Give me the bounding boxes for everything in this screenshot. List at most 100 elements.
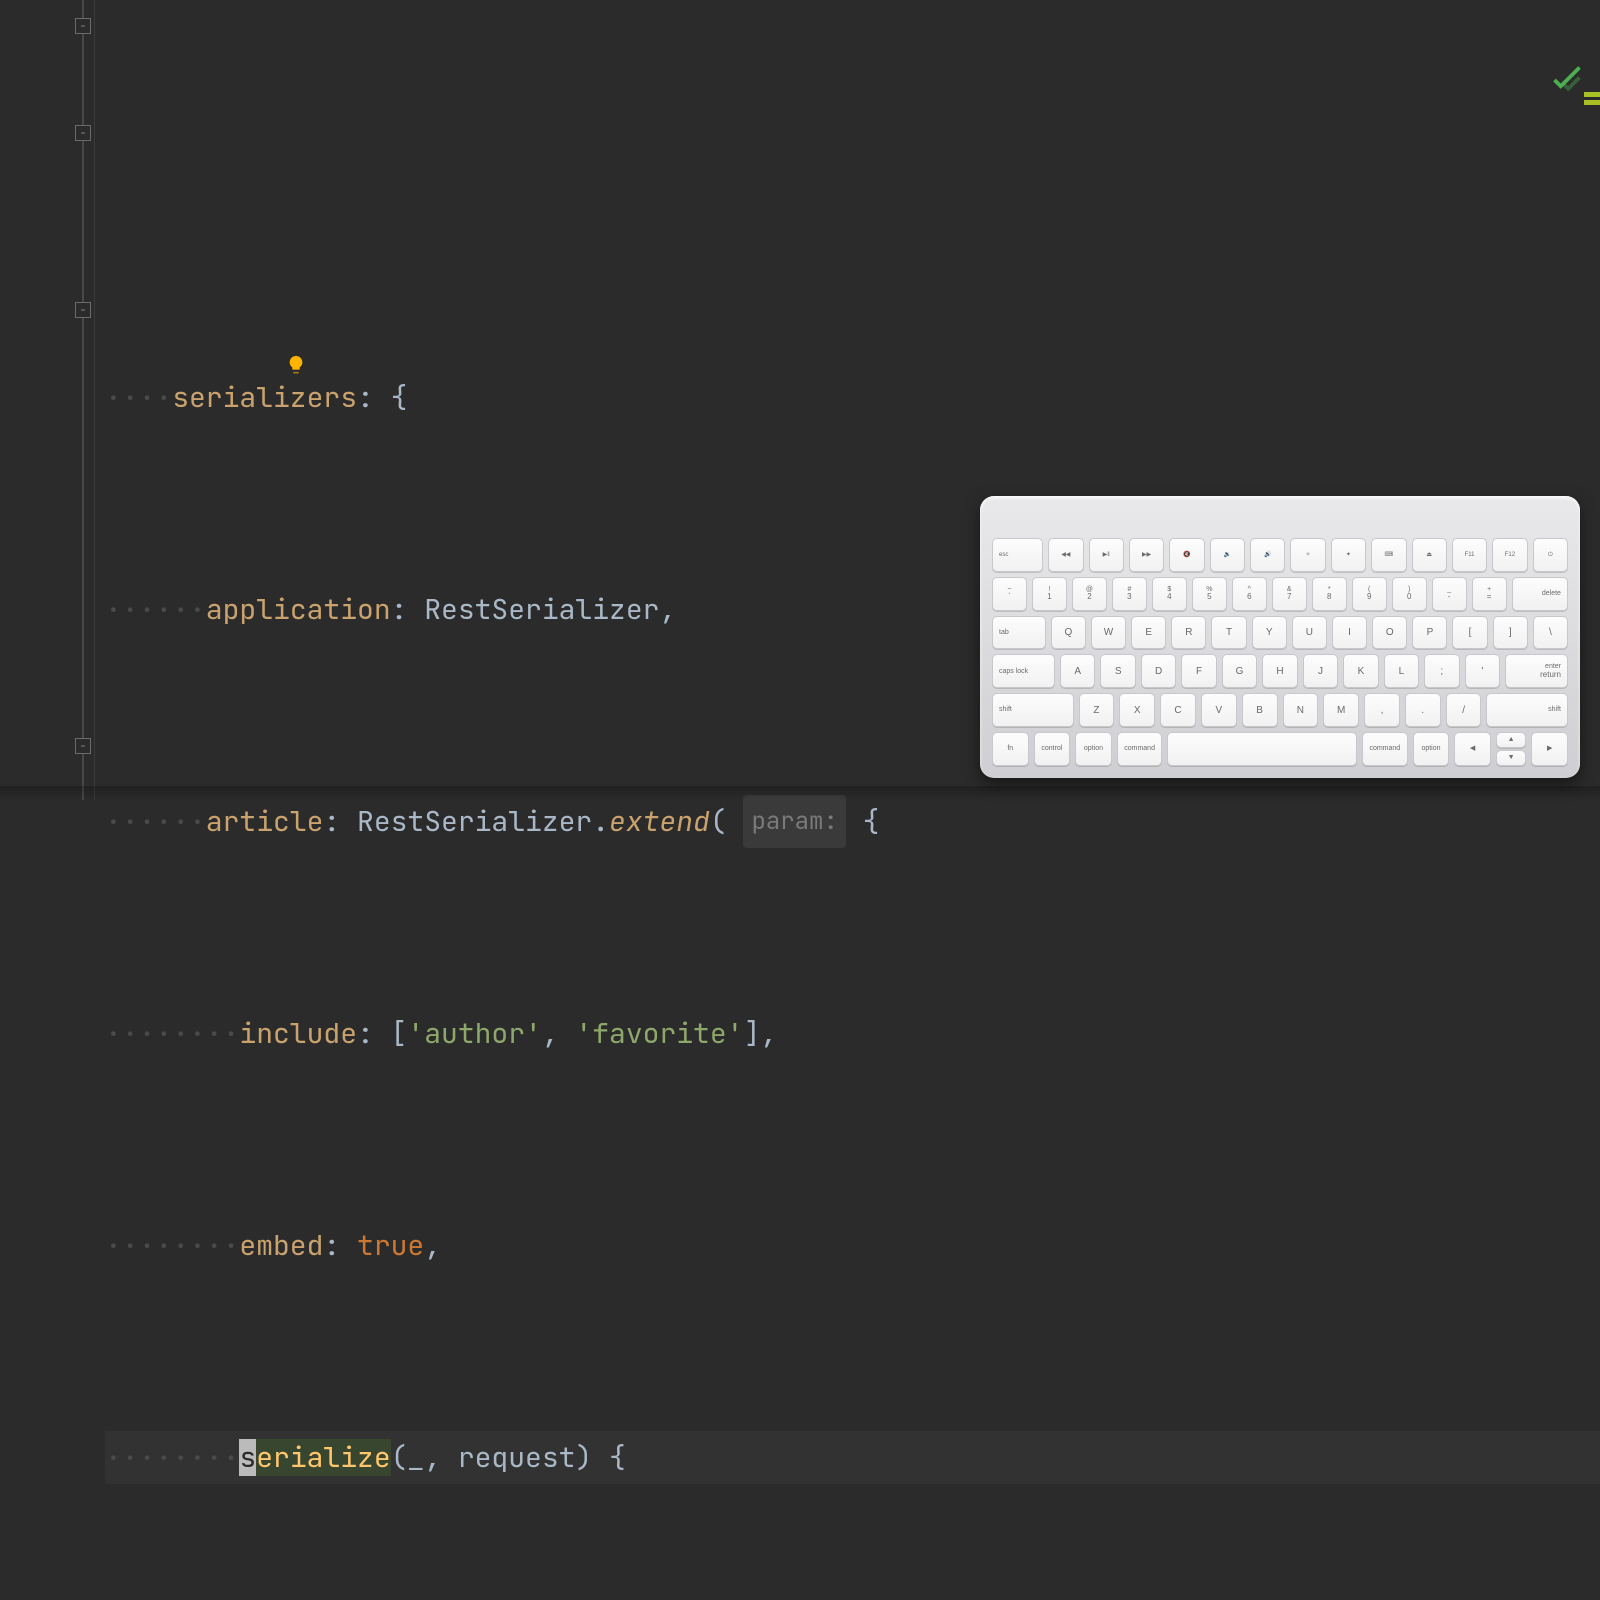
keyboard-fn-row: esc◀◀▶‖▶▶🔇🔉🔊✧✦⌨⏏F11F12⏻ [992,538,1568,572]
key: control [1034,732,1071,766]
key: X [1119,693,1155,727]
key: command [1362,732,1408,766]
keyboard-mod-row: fncontroloptioncommandcommandoption◀▲▼▶ [992,732,1568,766]
key: P [1412,616,1447,650]
key: ' [1465,654,1500,688]
key: ] [1493,616,1528,650]
key: . [1405,693,1441,727]
key: W [1091,616,1126,650]
inspection-ok-icon[interactable] [1451,6,1582,165]
key: Z [1079,693,1115,727]
key: ^6 [1232,577,1267,611]
key: D [1141,654,1176,688]
selection: erialize [256,1439,390,1476]
code-line-current[interactable]: ········serialize(_, request) { [105,1431,1600,1484]
keyboard-overlay: esc◀◀▶‖▶▶🔇🔉🔊✧✦⌨⏏F11F12⏻ ~`!1@2#3$4%5^6&7… [980,496,1580,778]
keyboard-a-row: caps lockASDFGHJKL;'enterreturn [992,654,1568,688]
error-stripe[interactable] [1582,90,1600,302]
key: &7 [1272,577,1307,611]
key: Q [1051,616,1086,650]
code-line[interactable]: ······article: RestSerializer.extend( pa… [105,795,1600,848]
key: A [1060,654,1095,688]
keyboard-q-row: tabQWERTYUIOP[]\ [992,616,1568,650]
key: R [1171,616,1206,650]
key: V [1201,693,1237,727]
key: ~` [992,577,1027,611]
editor-gutter[interactable]: − − − − [0,0,95,800]
key: , [1364,693,1400,727]
key: H [1262,654,1297,688]
lightbulb-icon[interactable] [213,290,235,312]
key: delete [1512,577,1568,611]
key: K [1343,654,1378,688]
key: (9 [1352,577,1387,611]
key: [ [1452,616,1487,650]
key: F11 [1452,538,1487,572]
key: B [1242,693,1278,727]
key: T [1211,616,1246,650]
key: L [1384,654,1419,688]
key: ▼ [1496,750,1527,766]
key: shift [1486,693,1568,727]
fold-toggle[interactable]: − [75,18,91,34]
fold-toggle[interactable]: − [75,738,91,754]
key: *8 [1312,577,1347,611]
key: 🔉 [1210,538,1245,572]
key: I [1332,616,1367,650]
key: 🔇 [1169,538,1204,572]
key: ⌨ [1371,538,1406,572]
text-cursor: s [239,1439,256,1476]
key: ▶▶ [1129,538,1164,572]
key: $4 [1152,577,1187,611]
key: %5 [1192,577,1227,611]
key: ; [1424,654,1459,688]
key: Y [1252,616,1287,650]
key: += [1472,577,1507,611]
key: E [1131,616,1166,650]
key: S [1100,654,1135,688]
code-line[interactable]: ········include: ['author', 'favorite'], [105,1007,1600,1060]
key: ▲ [1496,732,1527,748]
key: ⏏ [1412,538,1447,572]
key: \ [1533,616,1568,650]
key: !1 [1032,577,1067,611]
key: ▶‖ [1089,538,1124,572]
key: ▶ [1531,732,1568,766]
key: fn [992,732,1029,766]
key: M [1323,693,1359,727]
key: F12 [1492,538,1527,572]
key: @2 [1072,577,1107,611]
fold-toggle[interactable]: − [75,125,91,141]
key: F [1181,654,1216,688]
keyboard-z-row: shiftZXCVBNM,./shift [992,693,1568,727]
key: G [1222,654,1257,688]
key: J [1303,654,1338,688]
key: ✦ [1331,538,1366,572]
parameter-hint: param: [743,795,845,848]
fold-guide [82,0,84,800]
key: ◀◀ [1048,538,1083,572]
code-line[interactable]: ········embed: true, [105,1219,1600,1272]
key: option [1413,732,1450,766]
fold-toggle[interactable]: − [75,302,91,318]
keyboard-num-row: ~`!1@2#3$4%5^6&7*8(9)0_-+=delete [992,577,1568,611]
key: #3 [1112,577,1147,611]
key: option [1075,732,1112,766]
key: U [1292,616,1327,650]
key: ✧ [1290,538,1325,572]
key: C [1160,693,1196,727]
key: 🔊 [1250,538,1285,572]
key: enterreturn [1505,654,1568,688]
code-line[interactable]: ····serializers: { [105,371,1600,424]
key: shift [992,693,1074,727]
key: ⏻ [1533,538,1568,572]
key: / [1446,693,1482,727]
key: esc [992,538,1043,572]
key: O [1372,616,1407,650]
key: )0 [1392,577,1427,611]
bottom-shadow [0,786,1600,800]
key: _- [1432,577,1467,611]
key: N [1283,693,1319,727]
key: command [1117,732,1163,766]
key: tab [992,616,1046,650]
